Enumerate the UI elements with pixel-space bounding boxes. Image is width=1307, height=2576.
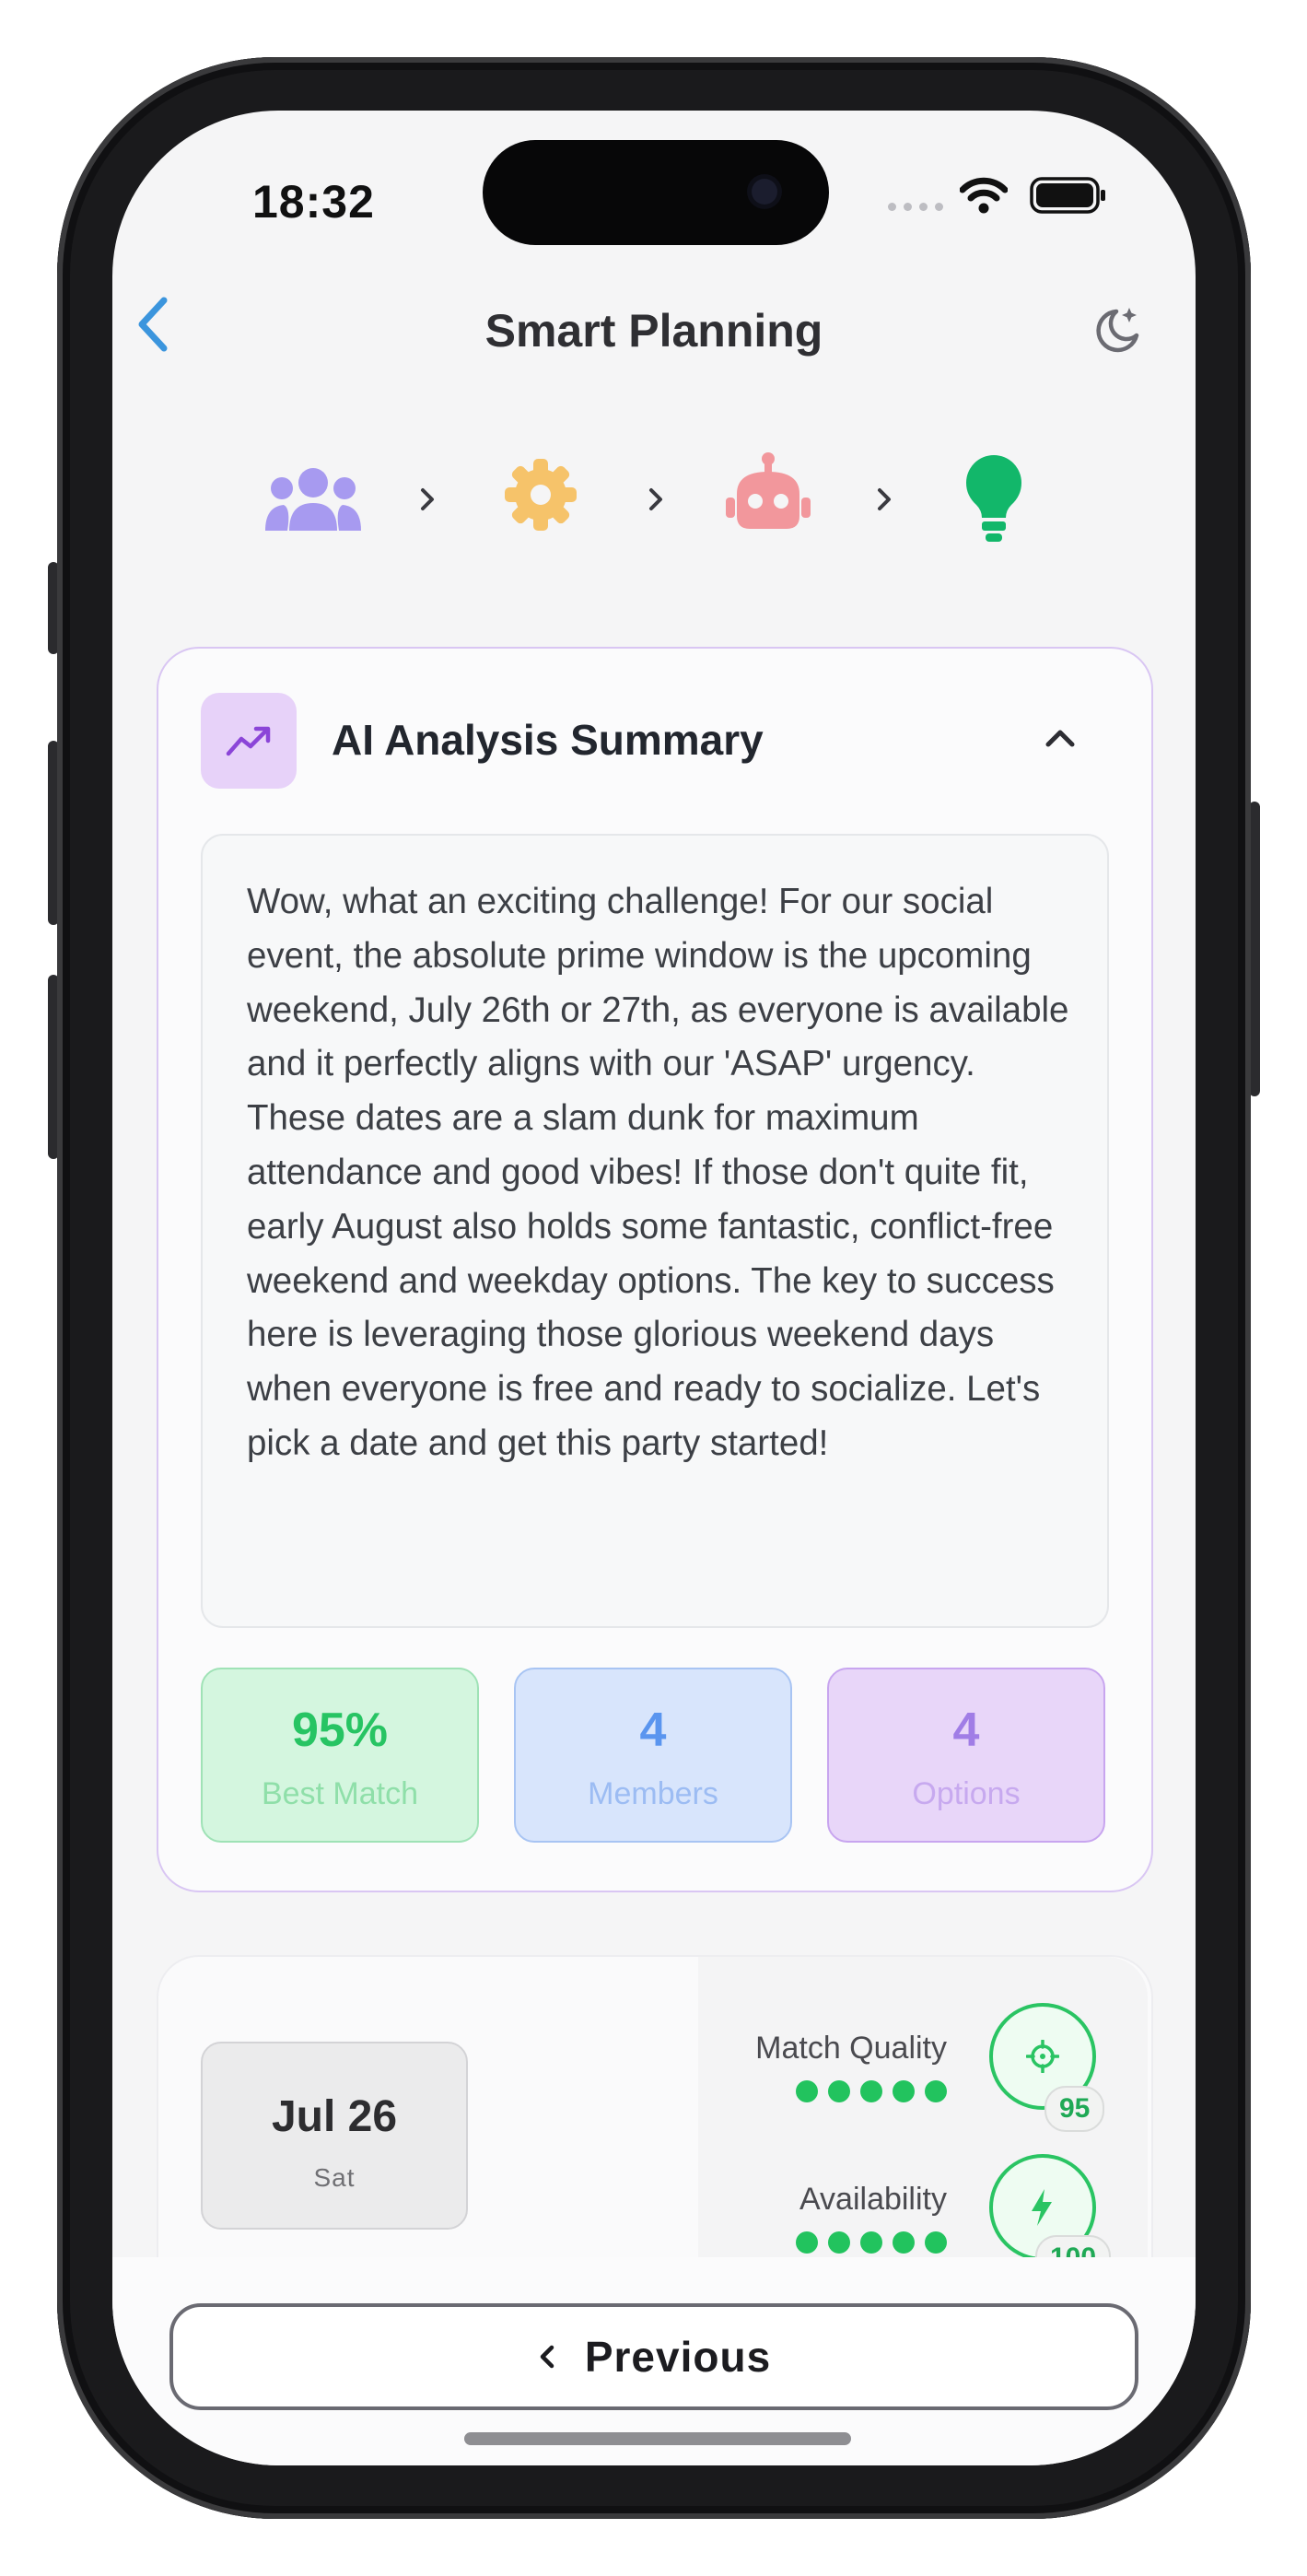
stat-label: Options (912, 1776, 1021, 1811)
step-chevron-icon (878, 488, 891, 510)
battery-icon (1030, 177, 1105, 214)
users-icon (265, 468, 361, 531)
phone-screen: 18:32 Smart Planning AI Analysis Summary… (112, 111, 1196, 2465)
option-date: Jul 26 (271, 2092, 398, 2141)
stat-value: 4 (952, 1704, 980, 1757)
crosshair-icon (1026, 2040, 1059, 2073)
chevron-up-icon[interactable] (1043, 724, 1078, 752)
home-indicator[interactable] (464, 2432, 851, 2445)
summary-icon-box (201, 693, 297, 789)
stat-best-match: 95% Best Match (201, 1668, 479, 1843)
summary-title: AI Analysis Summary (332, 716, 764, 764)
page-title: Smart Planning (484, 305, 823, 357)
date-badge: Jul 26 Sat (201, 2042, 468, 2230)
metric-label-match-quality: Match Quality (755, 2031, 947, 2066)
previous-button[interactable]: Previous (169, 2303, 1138, 2410)
lightning-icon (1032, 2189, 1052, 2226)
stat-members: 4 Members (514, 1668, 792, 1843)
stat-value: 4 (639, 1704, 667, 1757)
match-quality-dots (796, 2080, 947, 2102)
stat-value: 95% (291, 1704, 389, 1757)
front-camera (752, 179, 777, 205)
previous-label: Previous (584, 2333, 772, 2381)
cellular-signal-icon (888, 203, 943, 211)
stat-options: 4 Options (827, 1668, 1105, 1843)
moon-stars-icon[interactable] (1092, 302, 1144, 354)
summary-text: Wow, what an exciting challenge! For our… (247, 882, 1069, 1463)
wifi-icon (960, 177, 1008, 214)
step-chevron-icon (421, 488, 434, 510)
stat-label: Best Match (261, 1776, 419, 1811)
trending-up-icon (226, 726, 271, 756)
chevron-left-icon (540, 2345, 554, 2369)
status-time: 18:32 (252, 176, 375, 228)
robot-icon (726, 452, 811, 529)
option-weekday: Sat (313, 2163, 356, 2192)
metric-label-availability: Availability (799, 2182, 947, 2217)
step-chevron-icon (649, 488, 662, 510)
availability-dots (796, 2231, 947, 2254)
lightbulb-icon (966, 455, 1021, 542)
stat-label: Members (588, 1776, 718, 1811)
gear-icon (505, 459, 577, 531)
match-quality-score: 95 (1044, 2086, 1105, 2132)
